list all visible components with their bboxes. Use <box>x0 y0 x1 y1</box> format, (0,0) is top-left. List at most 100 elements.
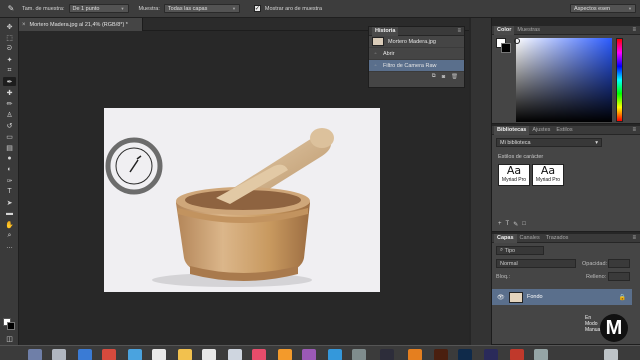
pen-tool-icon[interactable]: ✑ <box>3 176 16 185</box>
tab-channels[interactable]: Canales <box>517 234 543 243</box>
finder-icon[interactable] <box>28 349 42 360</box>
tab-swatches[interactable]: Muestras <box>514 26 543 35</box>
tab-layers[interactable]: Capas <box>494 233 517 243</box>
close-icon[interactable]: × <box>22 22 26 28</box>
blend-mode-select[interactable]: Normal <box>496 259 576 268</box>
quick-select-tool-icon[interactable]: ✦ <box>3 55 16 64</box>
square-icon[interactable]: □ <box>522 221 526 228</box>
add-content-icon[interactable]: + <box>498 221 502 228</box>
history-snapshot[interactable]: Mortero Madera.jpg <box>369 36 464 48</box>
calendar-icon[interactable] <box>152 349 166 360</box>
path-select-icon[interactable]: ➤ <box>3 198 16 207</box>
panel-menu-icon[interactable]: ≡ <box>632 27 636 33</box>
history-item-label: Mortero Madera.jpg <box>388 38 436 45</box>
lock-label: Bloq.: <box>496 274 511 280</box>
document-tab[interactable]: × Mortero Madera.jpg al 21,4% (RGB/8*) * <box>19 18 143 31</box>
more-tools-icon[interactable]: … <box>3 242 16 251</box>
hue-slider[interactable] <box>616 38 623 122</box>
background-color-swatch[interactable] <box>7 322 15 330</box>
color-picker-field[interactable] <box>516 38 612 122</box>
character-styles-heading: Estilos de carácter <box>498 154 544 160</box>
premiere-icon[interactable] <box>484 349 498 360</box>
history-step[interactable]: ▫ Filtro de Camera Raw <box>369 60 464 72</box>
show-ring-checkbox[interactable]: ✓ <box>253 5 261 12</box>
healing-brush-icon[interactable]: ✚ <box>3 88 16 97</box>
itunes-icon[interactable] <box>278 349 292 360</box>
history-item-label: Filtro de Camera Raw <box>383 62 437 69</box>
tab-paths[interactable]: Trazados <box>543 234 572 243</box>
panel-menu-icon[interactable]: ≡ <box>632 127 636 133</box>
hand-tool-icon[interactable]: ✋ <box>3 220 16 229</box>
eyedropper-tool-preset-icon[interactable]: ✎ <box>4 3 18 15</box>
sample-size-select[interactable]: De 1 punto ▼ <box>68 4 129 13</box>
history-brush-icon[interactable]: ↺ <box>3 121 16 130</box>
brush-tool-icon[interactable]: ✏ <box>3 99 16 108</box>
tab-adjustments[interactable]: Ajustes <box>529 126 553 135</box>
app-icon[interactable] <box>510 349 524 360</box>
zoom-tool-icon[interactable]: ⌕ <box>3 231 16 240</box>
eye-icon[interactable]: 👁 <box>497 294 505 301</box>
quick-mask-icon[interactable]: ◫ <box>3 334 16 343</box>
panel-menu-icon[interactable]: ≡ <box>457 28 461 34</box>
opacity-field[interactable] <box>608 259 630 268</box>
background-swatch[interactable] <box>501 43 511 53</box>
notes-icon[interactable] <box>178 349 192 360</box>
shape-tool-icon[interactable]: ▬ <box>3 209 16 218</box>
chevron-down-icon: ▼ <box>628 6 632 11</box>
launchpad-icon[interactable] <box>52 349 66 360</box>
safari-icon[interactable] <box>78 349 92 360</box>
fill-field[interactable] <box>608 272 630 281</box>
app-icon[interactable] <box>128 349 142 360</box>
tab-libraries[interactable]: Bibliotecas <box>494 125 530 135</box>
libraries-panel-header: Bibliotecas Ajustes Estilos ≡ <box>492 125 640 135</box>
document-tab-title: Mortero Madera.jpg al 21,4% (RGB/8*) * <box>29 21 128 28</box>
crop-tool-icon[interactable]: ⌗ <box>3 66 16 75</box>
trash-icon[interactable]: 🗑 <box>451 74 458 80</box>
document-image[interactable] <box>104 108 380 292</box>
new-document-icon[interactable]: ⧉ <box>432 73 436 80</box>
lasso-tool-icon[interactable]: ᘐ <box>3 44 16 53</box>
preferences-icon[interactable] <box>352 349 366 360</box>
layer-filter-select[interactable]: ⌕ Tipo <box>496 246 544 255</box>
workspace-select[interactable]: Aspectos esen ▼ <box>570 4 636 13</box>
brush-icon[interactable]: ✎ <box>513 221 518 228</box>
eraser-tool-icon[interactable]: ▭ <box>3 132 16 141</box>
dodge-tool-icon[interactable]: ◐ <box>3 165 16 174</box>
app-icon[interactable] <box>380 349 394 360</box>
app-icon[interactable] <box>408 349 422 360</box>
maps-icon[interactable] <box>228 349 242 360</box>
library-select[interactable]: Mi biblioteca ▾ <box>496 138 602 147</box>
blur-tool-icon[interactable]: ● <box>3 154 16 163</box>
snapshot-thumbnail <box>372 37 384 46</box>
sample-select[interactable]: Todas las capas ▼ <box>163 4 240 13</box>
history-step[interactable]: ▫ Abrir <box>369 48 464 60</box>
panel-menu-icon[interactable]: ≡ <box>632 235 636 241</box>
clone-stamp-icon[interactable]: ♙ <box>3 110 16 119</box>
tools-panel: ✥ ⬚ ᘐ ✦ ⌗ ✒ ✚ ✏ ♙ ↺ ▭ ▤ ● ◐ ✑ T ➤ ▬ ✋ ⌕ … <box>0 18 19 345</box>
tab-color[interactable]: Color <box>494 25 515 35</box>
photos-icon[interactable] <box>252 349 266 360</box>
color-picker-cursor <box>514 38 520 44</box>
app-store-icon[interactable] <box>328 349 342 360</box>
photoshop-icon[interactable] <box>458 349 472 360</box>
ibooks-icon[interactable] <box>302 349 316 360</box>
tab-history[interactable]: Historia <box>372 26 399 36</box>
layer-row[interactable]: 👁 Fondo 🔒 <box>492 289 632 305</box>
lock-icon: 🔒 <box>618 294 626 301</box>
eyedropper-tool-icon[interactable]: ✒ <box>3 77 16 86</box>
app-icon[interactable] <box>534 349 548 360</box>
sample-value: Todas las capas <box>167 5 208 12</box>
tab-styles[interactable]: Estilos <box>553 126 575 135</box>
character-style-tile[interactable]: Aa Myriad Pro <box>532 164 564 186</box>
mail-icon[interactable] <box>102 349 116 360</box>
text-icon[interactable]: T <box>506 221 510 228</box>
move-tool-icon[interactable]: ✥ <box>3 22 16 31</box>
reminders-icon[interactable] <box>202 349 216 360</box>
type-tool-icon[interactable]: T <box>3 187 16 196</box>
trash-icon[interactable] <box>604 349 618 360</box>
marquee-tool-icon[interactable]: ⬚ <box>3 33 16 42</box>
illustrator-icon[interactable] <box>434 349 448 360</box>
gradient-tool-icon[interactable]: ▤ <box>3 143 16 152</box>
camera-icon[interactable]: ◙ <box>442 74 445 80</box>
character-style-tile[interactable]: Aa Myriad Pro <box>498 164 530 186</box>
